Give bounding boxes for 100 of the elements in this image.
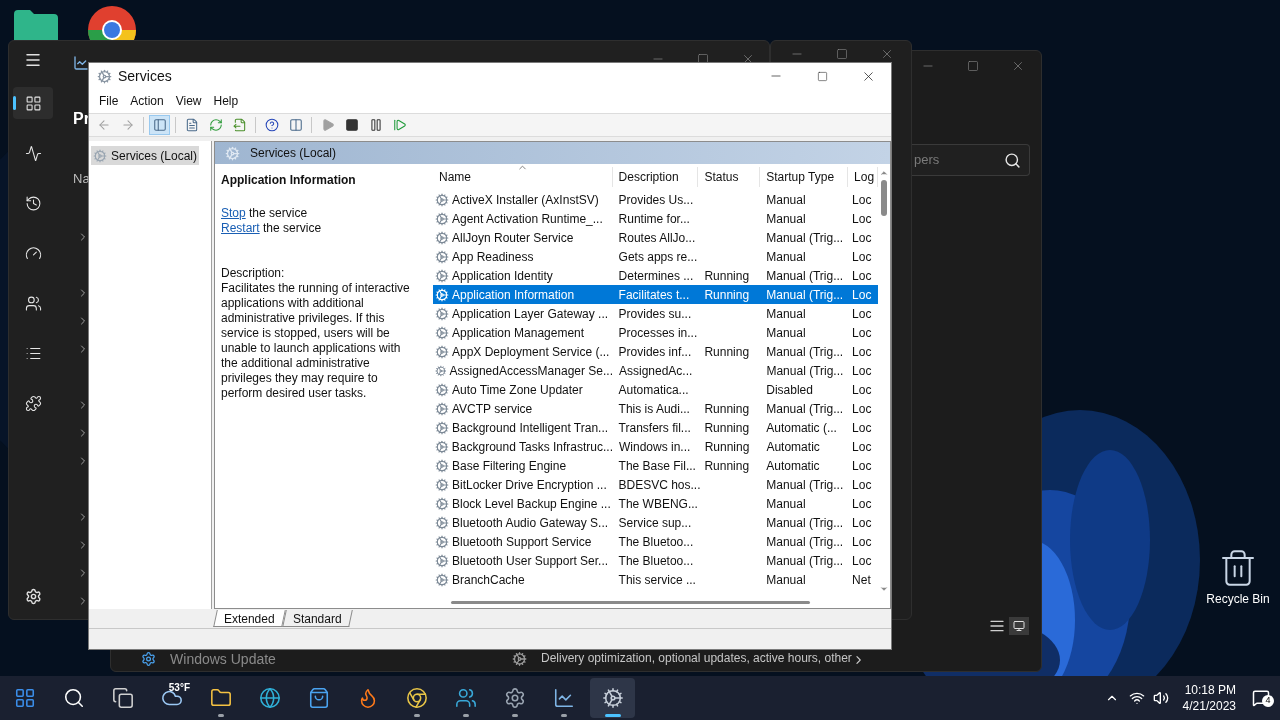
play-icon bbox=[320, 118, 335, 132]
view-tab[interactable]: Extended bbox=[213, 610, 286, 627]
page-heading: Pr bbox=[73, 109, 90, 129]
gear-icon bbox=[435, 572, 449, 587]
table-cell-text: Loc bbox=[851, 343, 873, 361]
service-row[interactable]: Application Information Facilitates t... Running Manual (Trig... Loc bbox=[433, 285, 878, 304]
service-row[interactable]: Background Intelligent Tran... Transfers fil... Running Automatic (... Loc bbox=[433, 418, 878, 437]
clock[interactable]: 10:18 PM 4/21/2023 bbox=[1182, 682, 1236, 714]
gear-icon bbox=[97, 68, 112, 84]
service-row[interactable]: Auto Time Zone Updater Automatica... Disabled Loc bbox=[433, 380, 878, 399]
service-row[interactable]: Base Filtering Engine The Base Fil... Running Automatic Loc bbox=[433, 456, 878, 475]
gear-icon bbox=[435, 306, 449, 321]
column-header[interactable]: Startup Type bbox=[760, 167, 849, 187]
maximize-icon bbox=[816, 70, 828, 82]
taskbar-button[interactable] bbox=[590, 678, 635, 718]
folder-icon[interactable] bbox=[14, 10, 58, 40]
network-icon[interactable] bbox=[1128, 690, 1145, 706]
menu-item[interactable]: Action bbox=[124, 91, 170, 111]
service-row[interactable]: Bluetooth Audio Gateway S... Service sup... Manual (Trig... Loc bbox=[433, 513, 878, 532]
table-cell-text: AssignedAccessManager Se... bbox=[449, 362, 613, 380]
table-cell-text: Loc bbox=[851, 191, 873, 209]
column-header[interactable]: Description bbox=[612, 167, 699, 187]
table-cell-text: Gets apps re... bbox=[617, 248, 699, 266]
menu-item[interactable]: Help bbox=[207, 91, 245, 111]
service-row[interactable]: Bluetooth User Support Ser... The Bluetoo... Manual (Trig... Loc bbox=[433, 551, 878, 570]
description-label: Description: bbox=[221, 266, 286, 281]
panel-button[interactable] bbox=[149, 115, 170, 135]
table-cell-text: Manual bbox=[765, 248, 807, 266]
document-icon bbox=[184, 118, 199, 132]
service-row[interactable]: Application Layer Gateway ... Provides su... Manual Loc bbox=[433, 304, 878, 323]
gear-icon bbox=[435, 496, 449, 511]
gauge-icon bbox=[24, 244, 42, 262]
list-view-icon[interactable] bbox=[989, 618, 1005, 634]
service-row[interactable]: BitLocker Drive Encryption ... BDESVC hos... Manual (Trig... Loc bbox=[433, 475, 878, 494]
tile-view-button[interactable] bbox=[1009, 617, 1029, 635]
service-row[interactable]: Block Level Backup Engine ... The WBENG... Manual Loc bbox=[433, 494, 878, 513]
menu-item[interactable]: View bbox=[169, 91, 208, 111]
table-cell-text: Loc bbox=[851, 381, 873, 399]
tree-item[interactable]: Services (Local) bbox=[91, 146, 200, 165]
service-row[interactable]: AllJoyn Router Service Routes AllJo... Manual (Trig... Loc bbox=[433, 228, 878, 247]
export-icon bbox=[232, 118, 247, 132]
search-icon bbox=[62, 687, 85, 709]
gear-icon bbox=[435, 420, 449, 435]
service-row[interactable]: AppX Deployment Service (... Provides inf... Running Manual (Trig... Loc bbox=[433, 342, 878, 361]
table-cell-text: Manual bbox=[765, 324, 807, 342]
table-cell-text: Automatica... bbox=[617, 381, 690, 399]
panel-title: Services (Local) bbox=[250, 145, 337, 162]
table-cell-text: Loc bbox=[851, 495, 873, 513]
service-row[interactable]: ActiveX Installer (AxInstSV) Provides Us... Manual Loc bbox=[433, 190, 878, 209]
refresh-icon bbox=[208, 118, 223, 132]
gear-icon bbox=[435, 477, 449, 492]
search-field[interactable]: pers bbox=[912, 144, 1030, 176]
menu-icon[interactable] bbox=[24, 51, 42, 69]
gear-icon bbox=[435, 439, 449, 454]
taskbar-button[interactable]: 53°F bbox=[149, 678, 194, 718]
table-cell-text: Manual (Trig... bbox=[765, 514, 845, 532]
table-cell-text: Bluetooth User Support Ser... bbox=[452, 552, 609, 570]
table-cell-text: Loc bbox=[851, 438, 873, 456]
table-cell-text: Determines ... bbox=[617, 267, 695, 285]
settings-icon[interactable] bbox=[24, 588, 42, 605]
column-header[interactable]: Name bbox=[433, 167, 613, 187]
service-row[interactable]: Application Management Processes in... Manual Loc bbox=[433, 323, 878, 342]
action-link[interactable]: Restart bbox=[221, 221, 260, 235]
service-row[interactable]: Application Identity Determines ... Running Manual (Trig... Loc bbox=[433, 266, 878, 285]
table-cell-text: Loc bbox=[851, 248, 873, 266]
service-row[interactable]: Agent Activation Runtime_... Runtime for... Manual Loc bbox=[433, 209, 878, 228]
service-row[interactable]: AVCTP service This is Audi... Running Manual (Trig... Loc bbox=[433, 399, 878, 418]
service-row[interactable]: BranchCache This service ... Manual Net bbox=[433, 570, 878, 589]
view-tab[interactable]: Standard bbox=[281, 610, 353, 627]
column-header[interactable]: Log bbox=[848, 167, 878, 187]
table-cell-text: Background Intelligent Tran... bbox=[452, 419, 609, 437]
menu-item[interactable]: File bbox=[93, 91, 125, 111]
gear-icon bbox=[225, 145, 240, 161]
table-cell-text: Running bbox=[703, 457, 751, 475]
service-row[interactable]: AssignedAccessManager Se... AssignedAc... Manual (Trig... Loc bbox=[433, 361, 878, 380]
table-cell-text: Loc bbox=[851, 267, 873, 285]
table-cell-text: Manual (Trig... bbox=[765, 362, 845, 380]
table-cell-text: Manual (Trig... bbox=[765, 552, 845, 570]
table-cell-text: Net bbox=[851, 571, 872, 589]
column-header[interactable]: Status bbox=[698, 167, 761, 187]
table-cell-text: BranchCache bbox=[452, 571, 525, 589]
window-title: Services bbox=[118, 66, 172, 86]
table-cell-text: Agent Activation Runtime_... bbox=[452, 210, 603, 228]
nav-tab[interactable] bbox=[13, 87, 53, 119]
forward-arrow-icon bbox=[120, 118, 135, 132]
service-row[interactable]: App Readiness Gets apps re... Manual Loc bbox=[433, 247, 878, 266]
table-cell-text: Block Level Backup Engine ... bbox=[452, 495, 611, 513]
service-row[interactable]: Background Tasks Infrastruc... Windows in... Running Automatic Loc bbox=[433, 437, 878, 456]
table-cell-text: Bluetooth Audio Gateway S... bbox=[452, 514, 609, 532]
users-icon bbox=[24, 294, 42, 312]
service-row[interactable]: Bluetooth Support Service The Bluetoo... Manual (Trig... Loc bbox=[433, 532, 878, 551]
table-cell-text: Loc bbox=[851, 400, 873, 418]
table-cell-text: Loc bbox=[851, 514, 873, 532]
table-cell-text: Loc bbox=[851, 324, 873, 342]
table-cell-text: Application Layer Gateway ... bbox=[452, 305, 609, 323]
volume-icon[interactable] bbox=[1152, 690, 1169, 706]
table-cell-text: Manual (Trig... bbox=[765, 229, 845, 247]
action-link[interactable]: Stop bbox=[221, 206, 246, 220]
table-cell-text: Manual bbox=[765, 571, 807, 589]
table-cell-text: Windows in... bbox=[618, 438, 692, 456]
